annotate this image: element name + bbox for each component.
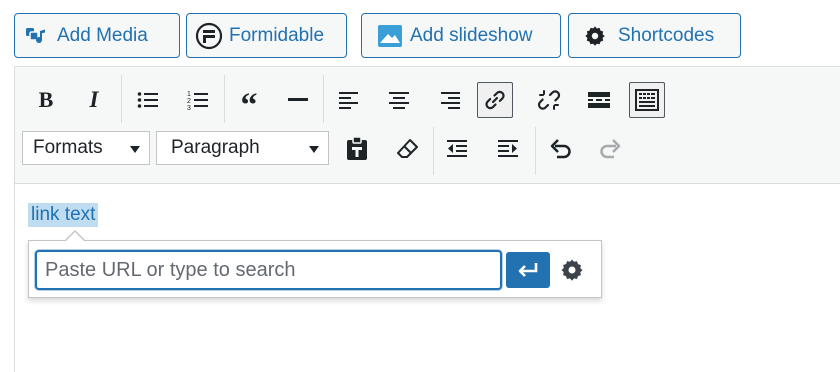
- insert-link-icon: [485, 90, 505, 110]
- toolbar-toggle-button[interactable]: [629, 82, 665, 118]
- read-more-icon: [588, 92, 610, 108]
- paste-as-text-icon: [347, 137, 367, 160]
- undo-icon: [550, 139, 571, 159]
- toolbar-separator: [433, 127, 434, 175]
- editor: B I 1 2 3 “ Formats Paragraph: [14, 66, 840, 372]
- formidable-label: Formidable: [229, 24, 325, 46]
- bold-button[interactable]: B: [30, 84, 62, 116]
- chevron-down-icon: [130, 146, 140, 153]
- insert-link-button[interactable]: [477, 82, 513, 118]
- redo-button[interactable]: [594, 133, 626, 165]
- popup-pointer-fill: [65, 232, 85, 242]
- numbered-list-icon: 1 2 3: [187, 91, 208, 110]
- paragraph-dropdown[interactable]: Paragraph: [156, 131, 329, 165]
- enter-arrow-icon: [518, 263, 538, 277]
- indent-icon: [498, 140, 518, 157]
- toolbar-toggle-icon: [635, 89, 659, 111]
- align-center-icon: [389, 92, 409, 109]
- link-options-button[interactable]: [555, 253, 589, 287]
- svg-text:2: 2: [187, 98, 191, 105]
- shortcodes-label: Shortcodes: [618, 24, 715, 46]
- apply-link-button[interactable]: [506, 252, 550, 288]
- formats-dropdown-label: Formats: [33, 137, 103, 158]
- bold-icon: B: [38, 87, 54, 112]
- add-media-button[interactable]: Add Media: [14, 13, 180, 58]
- toolbar-separator: [224, 75, 225, 123]
- formidable-button[interactable]: Formidable: [186, 13, 347, 58]
- indent-button[interactable]: [493, 133, 525, 165]
- formidable-logo-icon: [195, 22, 223, 49]
- toolbar-separator: [535, 127, 536, 175]
- align-left-icon: [339, 92, 358, 109]
- italic-button[interactable]: I: [78, 84, 110, 116]
- formats-dropdown[interactable]: Formats: [22, 131, 150, 165]
- outdent-button[interactable]: [442, 133, 474, 165]
- clear-formatting-button[interactable]: [391, 133, 423, 165]
- slideshow-icon: [378, 24, 402, 47]
- svg-text:1: 1: [187, 91, 191, 98]
- outdent-icon: [447, 140, 467, 157]
- toolbar-separator: [323, 75, 324, 123]
- italic-icon: I: [89, 87, 99, 112]
- align-center-button[interactable]: [383, 84, 415, 116]
- url-search-input[interactable]: [35, 250, 502, 290]
- numbered-list-button[interactable]: 1 2 3: [182, 84, 214, 116]
- inline-link-toolbar: [28, 230, 602, 298]
- read-more-button[interactable]: [583, 84, 615, 116]
- undo-button[interactable]: [545, 133, 577, 165]
- align-right-icon: [441, 92, 460, 109]
- chevron-down-icon: [309, 146, 319, 153]
- link-options-gear-icon: [561, 259, 583, 281]
- blockquote-icon: “: [240, 87, 258, 124]
- add-media-label: Add Media: [57, 24, 148, 46]
- horizontal-line-button[interactable]: [282, 84, 314, 116]
- clear-formatting-icon: [397, 139, 418, 158]
- editor-toolbar: B I 1 2 3 “ Formats Paragraph: [15, 67, 840, 184]
- align-right-button[interactable]: [434, 84, 466, 116]
- toolbar-separator: [121, 75, 122, 123]
- paragraph-dropdown-label: Paragraph: [171, 137, 260, 158]
- gear-icon: [585, 25, 605, 46]
- horizontal-line-icon: [288, 98, 308, 101]
- svg-text:3: 3: [187, 105, 191, 110]
- add-media-icon: [26, 27, 45, 43]
- blockquote-button[interactable]: “: [233, 84, 265, 123]
- add-slideshow-button[interactable]: Add slideshow: [361, 13, 561, 58]
- shortcodes-button[interactable]: Shortcodes: [568, 13, 741, 58]
- paste-as-text-button[interactable]: [341, 133, 373, 165]
- redo-icon: [600, 139, 621, 159]
- remove-link-icon: [537, 90, 561, 110]
- selected-link-text[interactable]: link text: [28, 203, 99, 227]
- align-left-button[interactable]: [333, 84, 365, 116]
- bulleted-list-button[interactable]: [132, 84, 164, 116]
- add-slideshow-label: Add slideshow: [410, 24, 533, 46]
- bulleted-list-icon: [137, 92, 158, 108]
- remove-link-button[interactable]: [533, 84, 565, 116]
